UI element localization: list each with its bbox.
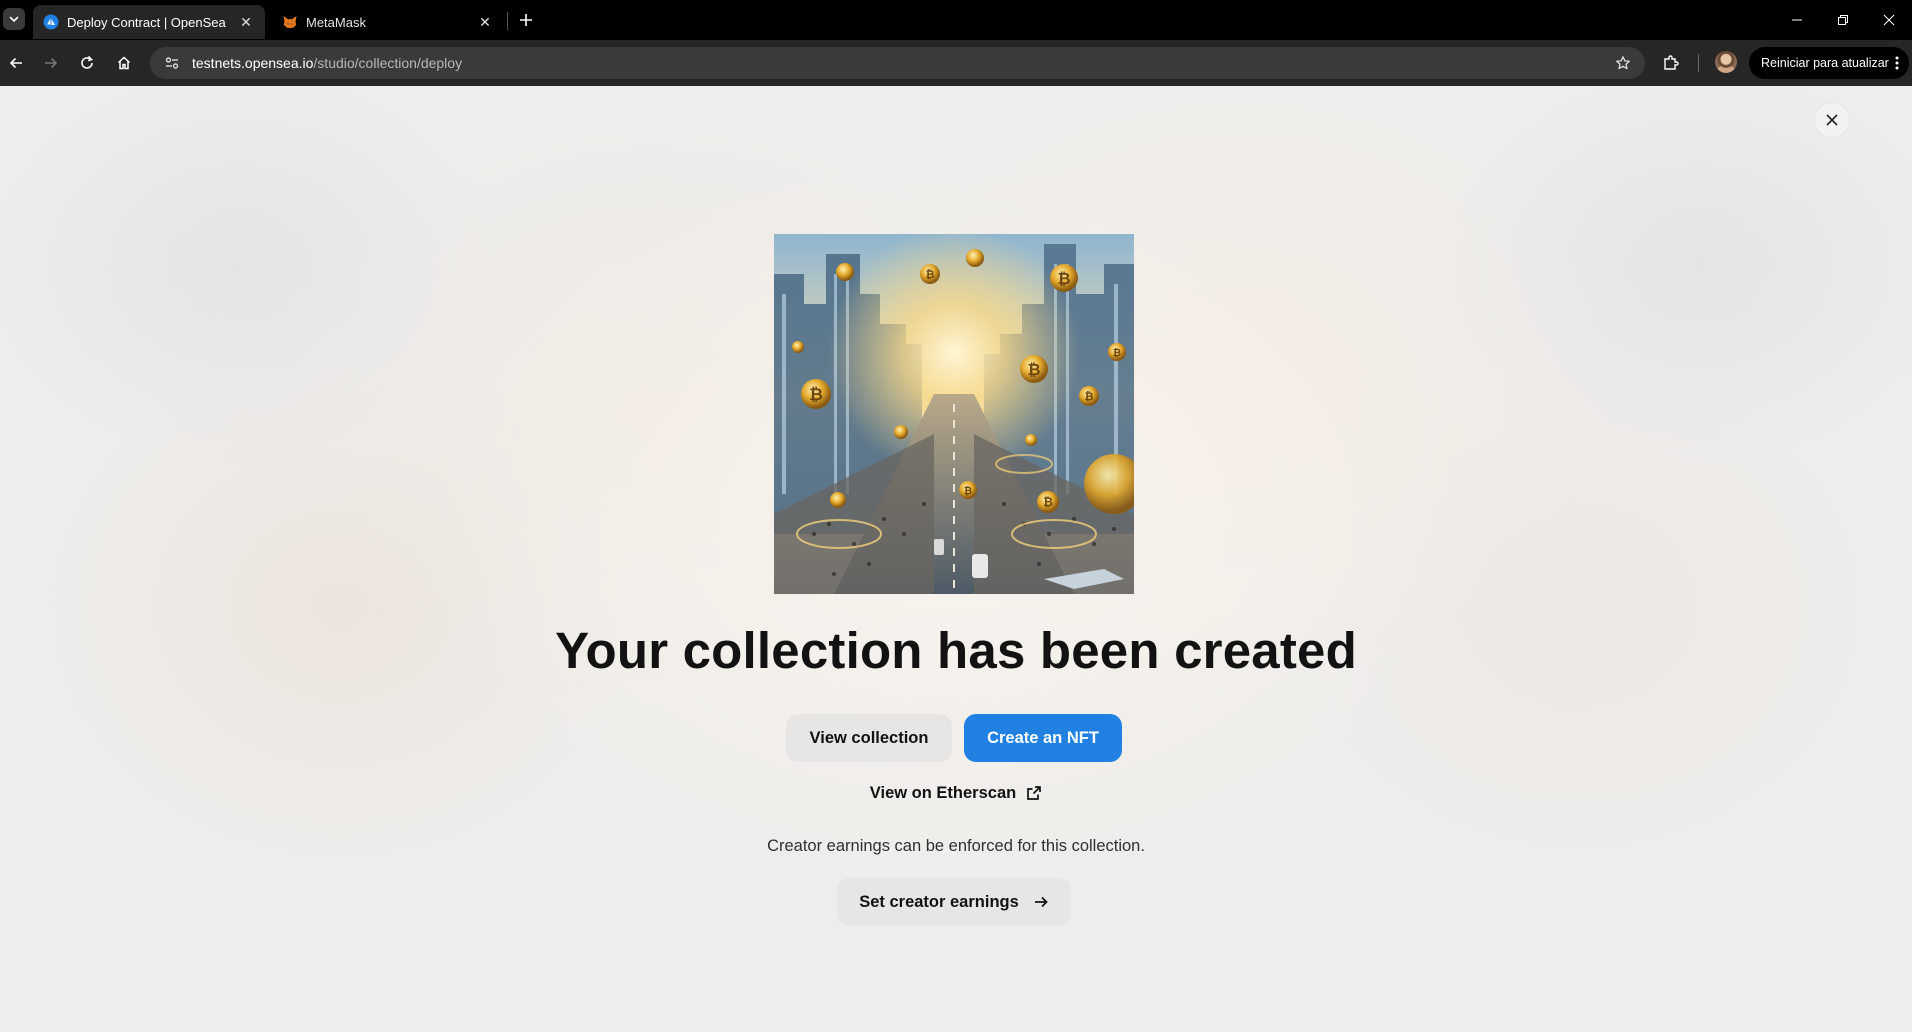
chevron-down-icon — [9, 16, 19, 23]
tab-metamask[interactable]: MetaMask ✕ — [272, 5, 504, 39]
collection-image: ₿ ₿ ₿ ₿ ₿ ₿ ₿ ₿ — [774, 234, 1134, 594]
home-button[interactable] — [110, 49, 138, 77]
close-modal-button[interactable] — [1815, 103, 1849, 137]
svg-text:₿: ₿ — [809, 385, 823, 405]
toolbar-divider — [1698, 54, 1699, 72]
back-button[interactable] — [2, 49, 30, 77]
create-nft-button[interactable]: Create an NFT — [964, 714, 1122, 762]
svg-text:₿: ₿ — [1043, 495, 1053, 509]
svg-text:₿: ₿ — [1057, 269, 1070, 288]
close-window-button[interactable] — [1866, 6, 1912, 34]
profile-avatar[interactable] — [1715, 51, 1737, 73]
site-info-icon[interactable] — [162, 53, 182, 73]
close-icon — [1883, 14, 1895, 26]
new-tab-button[interactable] — [514, 8, 538, 32]
forward-button[interactable] — [37, 49, 65, 77]
close-tab-icon[interactable]: ✕ — [237, 13, 255, 31]
close-icon — [1826, 114, 1838, 126]
opensea-icon — [43, 14, 59, 30]
svg-text:₿: ₿ — [1113, 347, 1121, 359]
arrow-right-icon — [1034, 896, 1048, 908]
restore-icon — [1838, 15, 1848, 25]
minimize-icon — [1792, 19, 1802, 21]
bookmark-star-icon[interactable] — [1613, 53, 1633, 73]
tab-title: Deploy Contract | OpenSea — [67, 14, 226, 30]
view-on-etherscan-link[interactable]: View on Etherscan — [860, 780, 1052, 806]
plus-icon — [520, 14, 532, 26]
tab-search-button[interactable] — [3, 8, 25, 30]
svg-text:₿: ₿ — [1027, 360, 1040, 379]
update-label: Reiniciar para atualizar — [1761, 56, 1889, 70]
arrow-left-icon — [9, 57, 22, 69]
browser-toolbar: testnets.opensea.io/studio/collection/de… — [0, 40, 1912, 86]
set-creator-earnings-button[interactable]: Set creator earnings — [837, 878, 1071, 926]
url-host: testnets.opensea.io — [192, 55, 314, 71]
external-link-icon — [1027, 786, 1042, 800]
tab-deploy-contract[interactable]: Deploy Contract | OpenSea ✕ — [33, 5, 265, 39]
deploy-success-modal: ₿ ₿ ₿ ₿ ₿ ₿ ₿ ₿ Your collection has been… — [0, 86, 1912, 1032]
view-collection-button[interactable]: View collection — [786, 714, 952, 762]
url-path: /studio/collection/deploy — [313, 55, 463, 71]
puzzle-icon — [1664, 55, 1679, 70]
browser-tab-strip: Deploy Contract | OpenSea ✕ MetaMask ✕ — [0, 0, 1912, 40]
etherscan-label: View on Etherscan — [869, 783, 1017, 802]
tab-title: MetaMask — [306, 14, 366, 30]
set-earnings-label: Set creator earnings — [859, 892, 1019, 911]
page-title: Your collection has been created — [555, 622, 1357, 679]
address-bar[interactable]: testnets.opensea.io/studio/collection/de… — [150, 47, 1645, 79]
extensions-button[interactable] — [1660, 52, 1682, 74]
reload-button[interactable] — [73, 49, 101, 77]
tab-divider — [507, 12, 508, 30]
svg-text:₿: ₿ — [926, 268, 935, 281]
close-tab-icon[interactable]: ✕ — [476, 13, 494, 31]
minimize-button[interactable] — [1774, 6, 1820, 34]
metamask-fox-icon — [283, 16, 297, 28]
reload-icon — [81, 55, 93, 69]
restart-to-update-button[interactable]: Reiniciar para atualizar — [1749, 47, 1909, 79]
primary-actions: View collection Create an NFT — [0, 714, 1912, 762]
home-icon — [117, 56, 131, 70]
svg-text:₿: ₿ — [1085, 390, 1094, 403]
svg-text:₿: ₿ — [964, 485, 972, 497]
restore-button[interactable] — [1820, 6, 1866, 34]
arrow-right-icon — [45, 57, 58, 69]
kebab-menu-icon — [1895, 56, 1899, 70]
creator-earnings-note: Creator earnings can be enforced for thi… — [767, 837, 1145, 855]
